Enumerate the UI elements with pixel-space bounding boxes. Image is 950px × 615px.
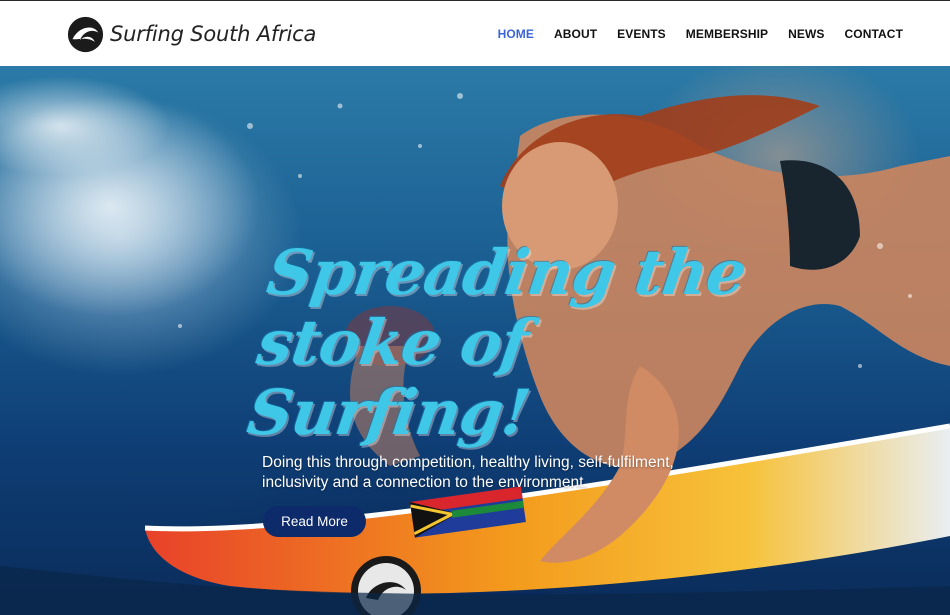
subtitle-line-2: inclusivity and a connection to the envi…	[262, 474, 588, 491]
subtitle-line-1: Doing this through competition, healthy …	[262, 454, 674, 471]
headline-line-1: Spreading the	[262, 236, 751, 309]
brand-logo-link[interactable]: Surfing South Africa	[67, 15, 316, 53]
nav-contact[interactable]: CONTACT	[845, 27, 903, 41]
hero-headline: Spreading the stoke of Surfing!	[243, 236, 793, 449]
main-nav: HOME ABOUT EVENTS MEMBERSHIP NEWS CONTAC…	[498, 1, 903, 67]
nav-news[interactable]: NEWS	[788, 27, 824, 41]
hero-banner: Spreading the stoke of Surfing! Doing th…	[0, 66, 950, 615]
read-more-button[interactable]: Read More	[263, 506, 366, 537]
nav-events[interactable]: EVENTS	[617, 27, 666, 41]
nav-membership[interactable]: MEMBERSHIP	[686, 27, 768, 41]
hero-subtitle: Doing this through competition, healthy …	[262, 453, 712, 493]
page: Surfing South Africa HOME ABOUT EVENTS M…	[0, 0, 950, 615]
nav-about[interactable]: ABOUT	[554, 27, 597, 41]
nav-home[interactable]: HOME	[498, 27, 534, 41]
site-header: Surfing South Africa HOME ABOUT EVENTS M…	[0, 0, 950, 66]
headline-line-2: stoke of Surfing!	[243, 306, 534, 449]
wave-logo-icon	[67, 16, 104, 52]
brand-name: Surfing South Africa	[110, 22, 317, 46]
